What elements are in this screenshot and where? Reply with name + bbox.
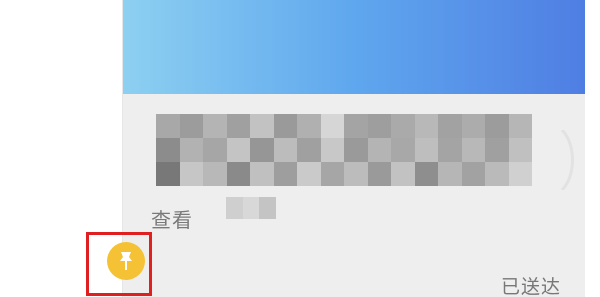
pin-icon [120,252,132,270]
delivery-status: 已送达 [501,276,562,297]
pixelated-view-suffix [226,197,276,219]
message-card[interactable]: 查看 [122,0,585,297]
view-link[interactable]: 查看 [151,204,193,233]
chat-view: 查看 已送达 [0,0,600,297]
card-edge-curl [560,130,574,190]
card-banner-image[interactable] [123,0,585,94]
pixelated-content [156,114,532,186]
view-link-label: 查看 [151,208,193,232]
card-body: 查看 [123,94,585,297]
pin-button[interactable] [107,242,145,280]
